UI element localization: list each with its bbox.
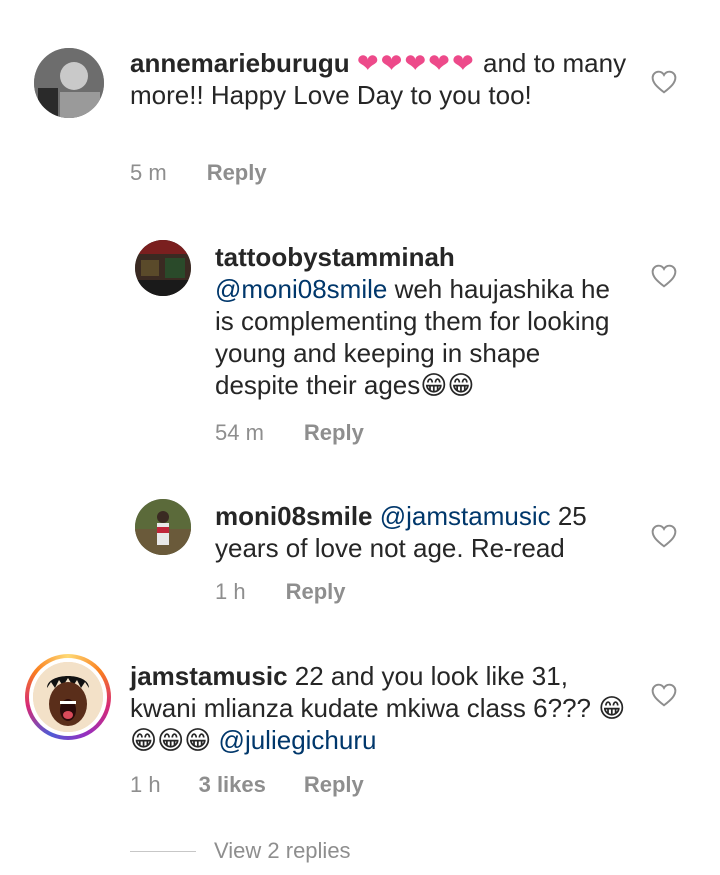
- divider: [130, 850, 196, 852]
- timestamp: 54 m: [215, 420, 264, 445]
- view-replies-button[interactable]: View 2 replies: [130, 838, 351, 864]
- comment-text: jamstamusic 22 and you look like 31, kwa…: [130, 660, 630, 756]
- like-heart-icon[interactable]: [651, 264, 677, 288]
- view-replies-label[interactable]: View 2 replies: [214, 838, 351, 864]
- username[interactable]: moni08smile: [215, 501, 373, 531]
- timestamp: 1 h: [215, 579, 246, 604]
- hearts-emoji: ❤❤❤❤❤: [356, 48, 476, 78]
- comment-text: annemarieburugu ❤❤❤❤❤ and to many more!!…: [130, 47, 630, 111]
- timestamp: 1 h: [130, 772, 161, 797]
- username[interactable]: jamstamusic: [130, 661, 288, 691]
- mention-link[interactable]: @jamstamusic: [380, 501, 551, 531]
- avatar: [33, 662, 103, 732]
- comment-text: moni08smile @jamstamusic 25 years of lov…: [215, 500, 625, 564]
- username[interactable]: tattoobystamminah: [215, 242, 455, 272]
- reply-button[interactable]: Reply: [304, 420, 364, 445]
- avatar[interactable]: [135, 499, 191, 555]
- like-heart-icon[interactable]: [651, 524, 677, 548]
- like-heart-icon[interactable]: [651, 70, 677, 94]
- reply-button[interactable]: Reply: [207, 160, 267, 185]
- comment-meta: 5 m Reply: [130, 160, 267, 186]
- story-ring[interactable]: [25, 654, 111, 740]
- timestamp: 5 m: [130, 160, 167, 185]
- reply-button[interactable]: Reply: [286, 579, 346, 604]
- comment-meta: 1 h 3 likes Reply: [130, 772, 364, 798]
- mention-link[interactable]: @juliegichuru: [219, 725, 377, 755]
- likes-count[interactable]: 3 likes: [199, 772, 266, 797]
- username[interactable]: annemarieburugu: [130, 48, 350, 78]
- like-heart-icon[interactable]: [651, 683, 677, 707]
- comment-meta: 1 h Reply: [215, 579, 346, 605]
- avatar[interactable]: [135, 240, 191, 296]
- mention-link[interactable]: @moni08smile: [215, 274, 387, 304]
- avatar[interactable]: [34, 48, 104, 118]
- comment-meta: 54 m Reply: [215, 420, 364, 446]
- reply-button[interactable]: Reply: [304, 772, 364, 797]
- comment-text: tattoobystamminah @moni08smile weh hauja…: [215, 241, 625, 401]
